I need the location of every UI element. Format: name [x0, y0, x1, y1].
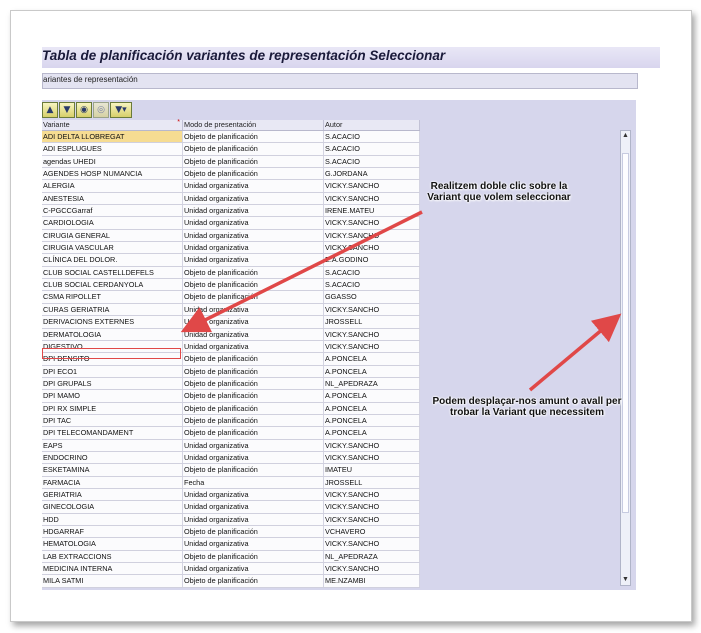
annotation-scroll: Podem desplaçar-nos amunt o avall per tr… [432, 396, 622, 418]
arrow-to-scrollbar [528, 313, 622, 392]
annotation-arrows [180, 210, 622, 392]
annotation-double-click: Realitzem doble clic sobre la Variant qu… [427, 181, 571, 203]
arrow-to-variant [180, 210, 423, 333]
